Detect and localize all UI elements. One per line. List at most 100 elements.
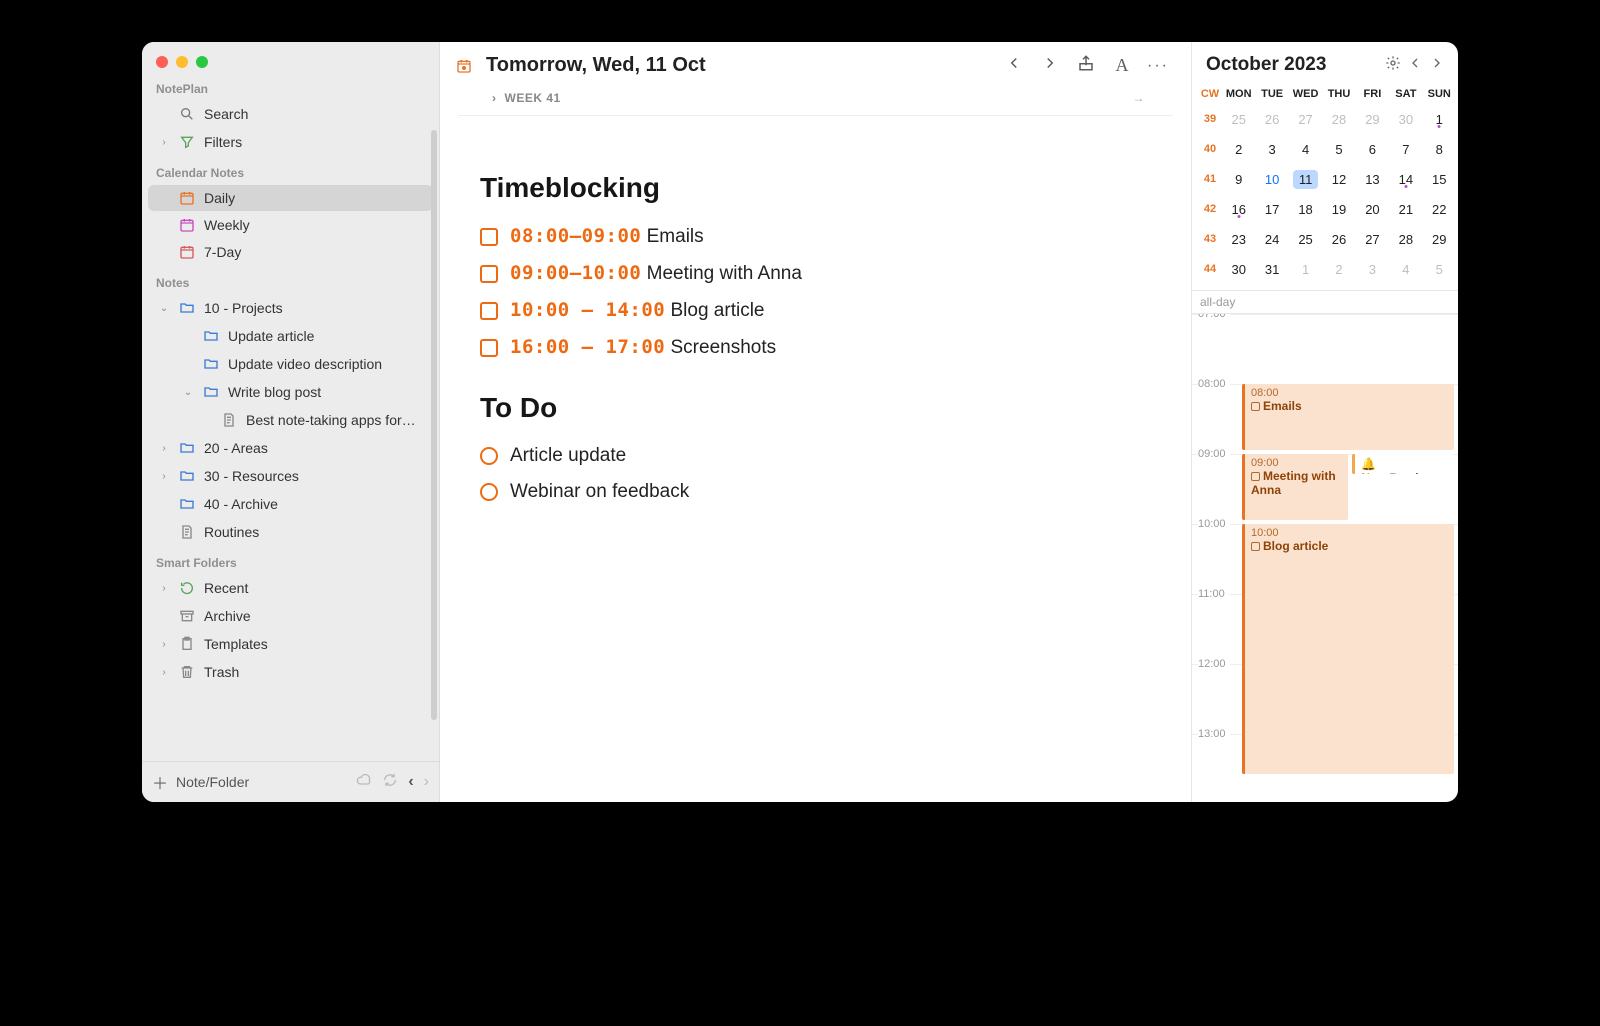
calendar-day[interactable]: 7 — [1389, 142, 1422, 157]
folder-update-article[interactable]: Update article — [148, 323, 433, 349]
calendar-day[interactable]: 4 — [1389, 262, 1422, 277]
reminder-block[interactable]: 🔔 New Remin — [1352, 454, 1454, 474]
calendar-day[interactable]: 28 — [1322, 112, 1355, 127]
calendar-day[interactable]: 29 — [1356, 112, 1389, 127]
smart-recent[interactable]: › Recent — [148, 575, 433, 601]
calendar-week-number[interactable]: 42 — [1198, 203, 1222, 215]
calendar-day[interactable]: 13 — [1356, 172, 1389, 187]
calendar-week-number[interactable]: 39 — [1198, 113, 1222, 125]
calendar-week-number[interactable]: 44 — [1198, 263, 1222, 275]
event-block[interactable]: 10:00Blog article — [1242, 524, 1454, 774]
calendar-day[interactable]: 30 — [1389, 112, 1422, 127]
folder-archive[interactable]: 40 - Archive — [148, 491, 433, 517]
bullet-icon[interactable] — [480, 483, 498, 501]
calendar-day[interactable]: 10 — [1255, 172, 1288, 187]
calendar-view-weekly[interactable]: Weekly — [148, 212, 433, 238]
timeblock-row[interactable]: 16:00 – 17:00 Screenshots — [480, 329, 1151, 366]
share-button[interactable] — [1073, 54, 1099, 77]
editor-body[interactable]: Timeblocking 08:00–09:00 Emails09:00–10:… — [440, 116, 1191, 540]
folder-areas[interactable]: › 20 - Areas — [148, 435, 433, 461]
calendar-day[interactable]: 9 — [1222, 172, 1255, 187]
note-best-apps[interactable]: Best note-taking apps for… — [148, 407, 433, 433]
calendar-day[interactable]: 24 — [1255, 232, 1288, 247]
bullet-icon[interactable] — [480, 447, 498, 465]
sync-icon[interactable] — [382, 772, 398, 793]
folder-update-video[interactable]: Update video description — [148, 351, 433, 377]
calendar-view-7-day[interactable]: 7-Day — [148, 239, 433, 265]
week-indicator[interactable]: › WEEK 41 → — [458, 85, 1173, 116]
maximize-window-button[interactable] — [196, 56, 208, 68]
calendar-day[interactable]: 25 — [1289, 232, 1322, 247]
new-note-folder[interactable]: ＋ Note/Folder — [152, 770, 249, 794]
calendar-day[interactable]: 26 — [1322, 232, 1355, 247]
calendar-day[interactable]: 31 — [1255, 262, 1288, 277]
filters-row[interactable]: › Filters — [148, 129, 433, 155]
calendar-day[interactable]: 20 — [1356, 202, 1389, 217]
arrow-right-icon[interactable]: → — [1133, 91, 1146, 105]
event-block[interactable]: 09:00Meeting with Anna — [1242, 454, 1348, 520]
calendar-day[interactable]: 25 — [1222, 112, 1255, 127]
calendar-day[interactable]: 2 — [1322, 262, 1355, 277]
folder-write-blog[interactable]: ⌄ Write blog post — [148, 379, 433, 405]
event-block[interactable]: 08:00Emails — [1242, 384, 1454, 450]
todo-row[interactable]: Webinar on feedback — [480, 474, 1151, 510]
calendar-day[interactable]: 4 — [1289, 142, 1322, 157]
settings-icon[interactable] — [1382, 55, 1404, 76]
note-routines[interactable]: Routines — [148, 519, 433, 545]
calendar-day[interactable]: 18 — [1289, 202, 1322, 217]
calendar-week-number[interactable]: 41 — [1198, 173, 1222, 185]
calendar-day[interactable]: 23 — [1222, 232, 1255, 247]
calendar-day[interactable]: 2 — [1222, 142, 1255, 157]
calendar-day[interactable]: 22 — [1423, 202, 1456, 217]
timeblock-row[interactable]: 10:00 – 14:00 Blog article — [480, 292, 1151, 329]
more-button[interactable]: ··· — [1145, 57, 1171, 75]
calendar-day[interactable]: 1 — [1423, 112, 1456, 127]
calendar-day[interactable]: 30 — [1222, 262, 1255, 277]
checkbox-icon[interactable] — [480, 302, 498, 320]
timeblock-row[interactable]: 09:00–10:00 Meeting with Anna — [480, 255, 1151, 292]
search-row[interactable]: Search — [148, 101, 433, 127]
calendar-day[interactable]: 11 — [1289, 172, 1322, 187]
checkbox-icon[interactable] — [480, 339, 498, 357]
calendar-day[interactable]: 17 — [1255, 202, 1288, 217]
checkbox-icon[interactable] — [480, 265, 498, 283]
collapse-left-icon[interactable]: ‹ — [408, 773, 413, 791]
collapse-right-icon[interactable]: › — [424, 773, 429, 791]
folder-projects[interactable]: ⌄ 10 - Projects — [148, 295, 433, 321]
day-timeline[interactable]: 07:0008:0009:0010:0011:0012:0013:00 08:0… — [1192, 314, 1458, 802]
calendar-day[interactable]: 6 — [1356, 142, 1389, 157]
calendar-day[interactable]: 5 — [1423, 262, 1456, 277]
calendar-day[interactable]: 28 — [1389, 232, 1422, 247]
calendar-day[interactable]: 12 — [1322, 172, 1355, 187]
calendar-day[interactable]: 14 — [1389, 172, 1422, 187]
calendar-view-daily[interactable]: Daily — [148, 185, 433, 211]
cal-prev-button[interactable] — [1404, 55, 1426, 76]
calendar-day[interactable]: 29 — [1423, 232, 1456, 247]
folder-resources[interactable]: › 30 - Resources — [148, 463, 433, 489]
calendar-day[interactable]: 5 — [1322, 142, 1355, 157]
calendar-day[interactable]: 1 — [1289, 262, 1322, 277]
calendar-day[interactable]: 3 — [1356, 262, 1389, 277]
nav-back-button[interactable] — [1001, 54, 1027, 77]
calendar-week-number[interactable]: 43 — [1198, 233, 1222, 245]
sidebar-scrollbar[interactable] — [431, 130, 437, 720]
nav-forward-button[interactable] — [1037, 54, 1063, 77]
calendar-day[interactable]: 16 — [1222, 202, 1255, 217]
smart-templates[interactable]: › Templates — [148, 631, 433, 657]
todo-row[interactable]: Article update — [480, 438, 1151, 474]
checkbox-icon[interactable] — [480, 228, 498, 246]
calendar-day[interactable]: 27 — [1356, 232, 1389, 247]
calendar-week-number[interactable]: 40 — [1198, 143, 1222, 155]
calendar-day[interactable]: 15 — [1423, 172, 1456, 187]
smart-trash[interactable]: › Trash — [148, 659, 433, 685]
timeblock-row[interactable]: 08:00–09:00 Emails — [480, 218, 1151, 255]
cloud-icon[interactable] — [356, 772, 372, 793]
format-button[interactable]: A — [1109, 55, 1135, 76]
allday-row[interactable]: all-day — [1192, 290, 1458, 314]
calendar-day[interactable]: 8 — [1423, 142, 1456, 157]
cal-next-button[interactable] — [1426, 55, 1448, 76]
calendar-day[interactable]: 3 — [1255, 142, 1288, 157]
smart-archive[interactable]: Archive — [148, 603, 433, 629]
calendar-day[interactable]: 27 — [1289, 112, 1322, 127]
calendar-day[interactable]: 21 — [1389, 202, 1422, 217]
